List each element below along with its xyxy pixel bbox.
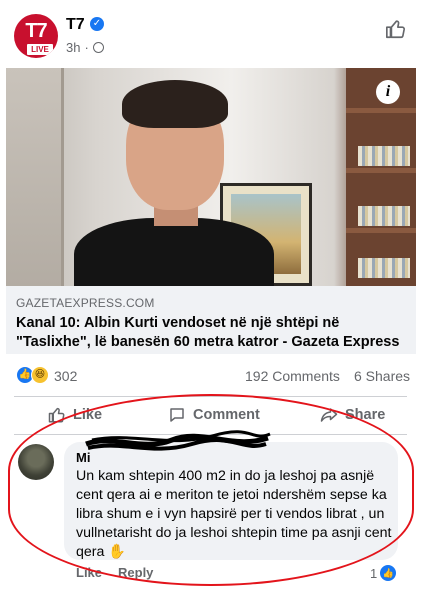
comments-count[interactable]: 192 Comments <box>245 368 340 384</box>
comment-button[interactable]: Comment <box>168 406 260 424</box>
comment-actions: Like Reply <box>76 565 153 580</box>
info-icon[interactable]: i <box>376 80 400 104</box>
person-hair <box>122 80 228 128</box>
share-label: Share <box>345 407 386 423</box>
comment-reply-button[interactable]: Reply <box>118 565 153 580</box>
t7-logo-text: T7 <box>25 20 47 42</box>
commenter-avatar[interactable] <box>18 444 54 480</box>
like-button[interactable]: Like <box>48 406 102 424</box>
page-name[interactable]: T7 <box>66 16 85 34</box>
post-header: T7 LIVE T7 ✓ 3h · <box>0 0 421 66</box>
haha-reaction-icon: 😆 <box>31 366 49 384</box>
link-title[interactable]: Kanal 10: Albin Kurti vendoset në një sh… <box>16 314 411 352</box>
background-door <box>6 68 64 286</box>
post-meta: 3h · <box>66 40 104 55</box>
post-time[interactable]: 3h <box>66 40 80 55</box>
engagement-stats: 👍 😆 302 192 Comments 6 Shares <box>0 362 421 390</box>
shares-count[interactable]: 6 Shares <box>354 368 410 384</box>
thumbs-up-icon <box>48 407 65 423</box>
comment-text: Un kam shtepin 400 m2 in do ja leshoj pa… <box>76 467 394 562</box>
video-player[interactable]: i <box>6 68 416 286</box>
like-label: Like <box>73 407 103 423</box>
person-shirt <box>74 218 274 286</box>
link-preview[interactable]: GAZETAEXPRESS.COM Kanal 10: Albin Kurti … <box>6 286 416 354</box>
reactions-count[interactable]: 302 <box>54 368 77 384</box>
meta-separator: · <box>84 40 89 55</box>
comment-reaction-count: 1 <box>370 565 378 581</box>
comment-reactions[interactable]: 1 👍 <box>370 565 397 581</box>
raised-hand-icon: ✋ <box>108 544 127 560</box>
redaction-scribble <box>85 430 271 451</box>
page-avatar[interactable]: T7 LIVE <box>14 14 58 58</box>
speech-bubble-icon <box>170 408 184 422</box>
share-button[interactable]: Share <box>320 406 385 424</box>
live-badge: LIVE <box>27 44 53 55</box>
globe-icon <box>92 42 104 53</box>
thumbs-up-icon[interactable] <box>385 18 407 40</box>
comment-label: Comment <box>193 407 260 423</box>
comment-bubble: Mi Un kam shtepin 400 m2 in do ja leshoj… <box>64 430 398 562</box>
divider <box>14 396 407 397</box>
share-arrow-icon <box>320 408 338 422</box>
verified-badge-icon: ✓ <box>90 17 104 31</box>
comment-like-button[interactable]: Like <box>76 565 102 580</box>
link-source: GAZETAEXPRESS.COM <box>16 296 155 310</box>
like-reaction-icon: 👍 <box>380 565 397 581</box>
post-actions: Like Comment Share <box>0 400 421 432</box>
